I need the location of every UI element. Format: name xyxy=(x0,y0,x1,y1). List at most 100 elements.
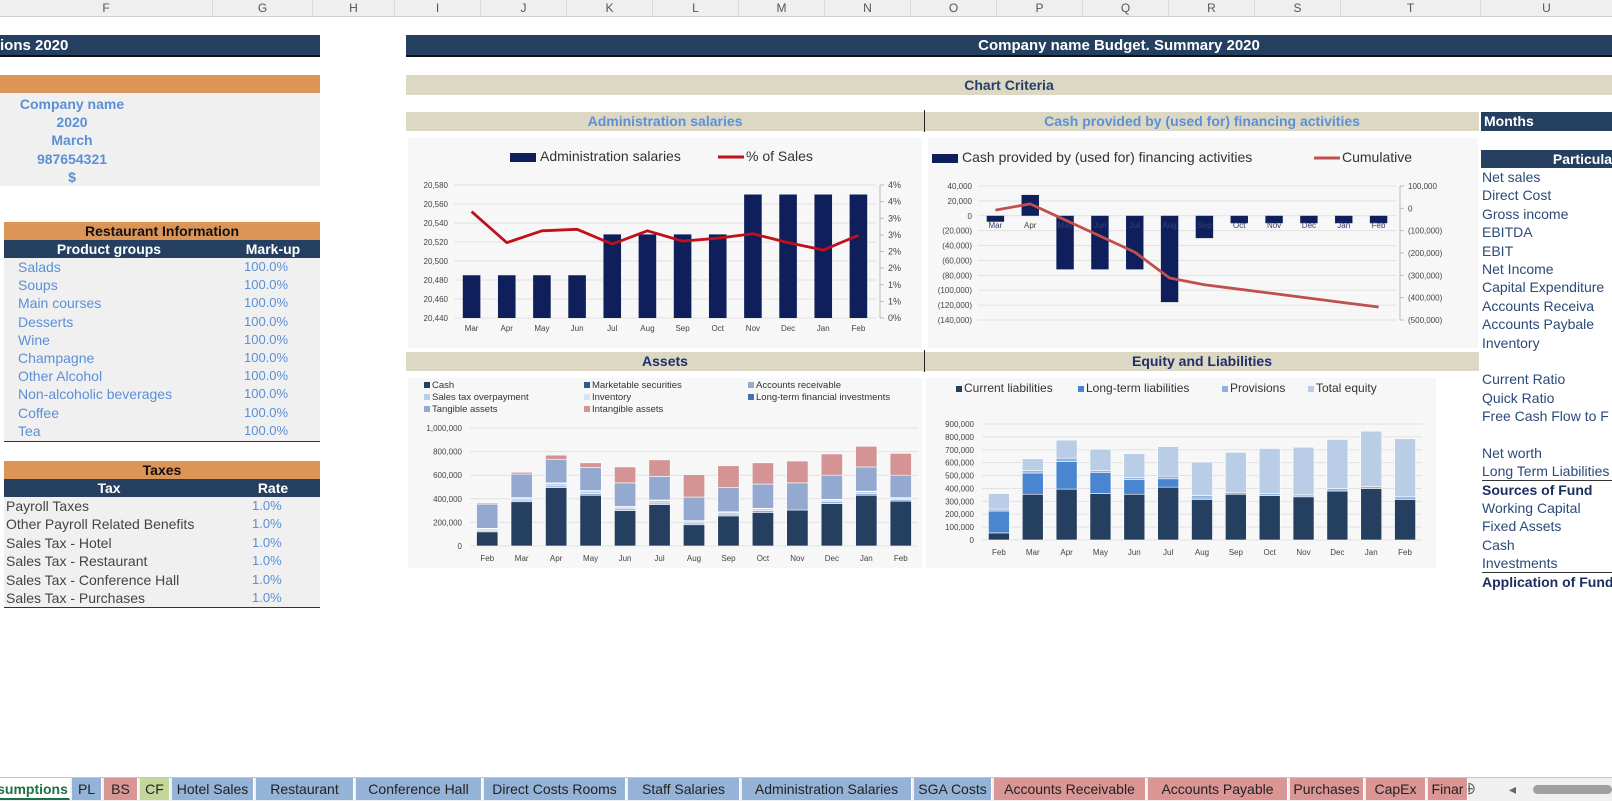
markup-value[interactable]: 100.0% xyxy=(244,331,288,349)
markup-value[interactable]: 100.0% xyxy=(244,367,288,385)
particular-item[interactable] xyxy=(1482,352,1612,370)
tax-rate[interactable]: 1.0% xyxy=(252,552,282,570)
particular-item[interactable]: Gross income xyxy=(1482,205,1612,223)
markup-value[interactable]: 100.0% xyxy=(244,404,288,422)
col-M[interactable]: M xyxy=(739,0,825,17)
product-group-name[interactable]: Soups xyxy=(18,276,58,294)
particular-item[interactable]: Capital Expenditure xyxy=(1482,278,1612,296)
col-H[interactable]: H xyxy=(313,0,395,17)
col-F[interactable]: F xyxy=(0,0,213,17)
particular-item[interactable] xyxy=(1482,425,1612,443)
product-group-name[interactable]: Non-alcoholic beverages xyxy=(18,385,172,403)
sheet-tab[interactable]: sumptions xyxy=(0,778,70,800)
tax-rate[interactable]: 1.0% xyxy=(252,515,282,533)
col-U[interactable]: U xyxy=(1481,0,1612,17)
sheet-tab[interactable]: Hotel Sales xyxy=(172,778,254,800)
sheet-tab[interactable]: Accounts Payable xyxy=(1148,778,1288,800)
equity-liabilities-chart[interactable]: 0 100,000 200,000 300,000 400,000 500,000 600,… xyxy=(926,378,1436,568)
particular-item[interactable]: Accounts Paybale xyxy=(1482,315,1612,333)
tax-name[interactable]: Sales Tax - Conference Hall xyxy=(6,571,179,589)
markup-value[interactable]: 100.0% xyxy=(244,276,288,294)
tax-name[interactable]: Sales Tax - Purchases xyxy=(6,589,145,607)
product-group-name[interactable]: Wine xyxy=(18,331,50,349)
horizontal-scrollbar[interactable] xyxy=(1533,785,1612,794)
company-currency[interactable]: $ xyxy=(0,168,144,186)
company-name[interactable]: Company name xyxy=(0,95,144,113)
particular-item[interactable]: Application of Fund xyxy=(1482,573,1612,591)
col-L[interactable]: L xyxy=(653,0,739,17)
markup-value[interactable]: 100.0% xyxy=(244,349,288,367)
sheet-tab[interactable]: Direct Costs Rooms xyxy=(484,778,626,800)
markup-value[interactable]: 100.0% xyxy=(244,294,288,312)
product-group-name[interactable]: Coffee xyxy=(18,404,59,422)
financing-chart[interactable]: (140,000) (120,000) (100,000) (80,000) (60,0… xyxy=(928,138,1478,348)
tax-rate[interactable]: 1.0% xyxy=(252,571,282,589)
tax-rate[interactable]: 1.0% xyxy=(252,534,282,552)
sheet-tab[interactable]: Conference Hall xyxy=(356,778,482,800)
markup-value[interactable]: 100.0% xyxy=(244,258,288,276)
product-group-name[interactable]: Tea xyxy=(18,422,41,440)
col-N[interactable]: N xyxy=(825,0,911,17)
sheet-tab[interactable]: Accounts Receivable xyxy=(994,778,1146,800)
sheet-tab[interactable]: CapEx xyxy=(1366,778,1426,800)
markup-value[interactable]: 100.0% xyxy=(244,422,288,440)
particular-item[interactable]: Accounts Receiva xyxy=(1482,297,1612,315)
particular-item[interactable]: Investments xyxy=(1482,554,1612,573)
company-year[interactable]: 2020 xyxy=(0,113,144,131)
sheet-tab[interactable]: BS xyxy=(104,778,138,800)
particular-item[interactable]: Working Capital xyxy=(1482,499,1612,517)
sheet-tab[interactable]: Staff Salaries xyxy=(628,778,740,800)
sheet-tab[interactable]: SGA Costs xyxy=(914,778,992,800)
sheet-tab[interactable]: Purchases xyxy=(1290,778,1364,800)
product-group-name[interactable]: Desserts xyxy=(18,313,73,331)
col-T[interactable]: T xyxy=(1341,0,1481,17)
markup-value[interactable]: 100.0% xyxy=(244,313,288,331)
sheet-tab[interactable]: CF xyxy=(140,778,170,800)
markup-value[interactable]: 100.0% xyxy=(244,385,288,403)
particular-item[interactable]: Fixed Assets xyxy=(1482,517,1612,535)
particular-item[interactable]: Inventory xyxy=(1482,334,1612,352)
sheet-tab[interactable]: Administration Salaries xyxy=(742,778,912,800)
particular-item[interactable]: Direct Cost xyxy=(1482,186,1612,204)
particular-item[interactable]: Free Cash Flow to F xyxy=(1482,407,1612,425)
tax-name[interactable]: Payroll Taxes xyxy=(6,497,89,515)
particular-item[interactable]: Long Term Liabilities xyxy=(1482,462,1612,481)
tax-rate[interactable]: 1.0% xyxy=(252,589,282,607)
scroll-left-icon[interactable]: ◂ xyxy=(1509,778,1516,800)
sheet-tab[interactable]: Finar xyxy=(1428,778,1468,800)
col-S[interactable]: S xyxy=(1255,0,1341,17)
particular-item[interactable]: Net worth xyxy=(1482,444,1612,462)
particular-item[interactable]: Quick Ratio xyxy=(1482,389,1612,407)
admin-salaries-chart[interactable]: 20,440 20,460 20,480 20,500 20,520 20,540 20,5… xyxy=(408,138,922,348)
company-number[interactable]: 987654321 xyxy=(0,150,144,168)
col-O[interactable]: O xyxy=(911,0,997,17)
tax-name[interactable]: Sales Tax - Hotel xyxy=(6,534,112,552)
col-P[interactable]: P xyxy=(997,0,1083,17)
particular-item[interactable]: Current Ratio xyxy=(1482,370,1612,388)
col-J[interactable]: J xyxy=(481,0,567,17)
product-group-name[interactable]: Champagne xyxy=(18,349,94,367)
assets-chart[interactable]: 0 200,000 400,000 600,000 800,000 1,000,000 Fe… xyxy=(408,378,922,568)
product-group-name[interactable]: Main courses xyxy=(18,294,101,312)
product-group-name[interactable]: Salads xyxy=(18,258,61,276)
stacked-bar-segment xyxy=(1225,493,1247,541)
col-R[interactable]: R xyxy=(1169,0,1255,17)
particular-item[interactable]: Cash xyxy=(1482,536,1612,554)
col-I[interactable]: I xyxy=(395,0,481,17)
sheet-tab[interactable]: Restaurant xyxy=(256,778,354,800)
tax-name[interactable]: Sales Tax - Restaurant xyxy=(6,552,147,570)
x-tick-label: Feb xyxy=(894,554,908,563)
particular-item[interactable]: Net Income xyxy=(1482,260,1612,278)
particular-item[interactable]: Sources of Fund xyxy=(1482,481,1612,499)
particular-item[interactable]: EBITDA xyxy=(1482,223,1612,241)
col-Q[interactable]: Q xyxy=(1083,0,1169,17)
tax-rate[interactable]: 1.0% xyxy=(252,497,282,515)
col-K[interactable]: K xyxy=(567,0,653,17)
sheet-tab[interactable]: PL xyxy=(72,778,102,800)
company-month[interactable]: March xyxy=(0,131,144,149)
product-group-name[interactable]: Other Alcohol xyxy=(18,367,102,385)
particular-item[interactable]: EBIT xyxy=(1482,242,1612,260)
col-G[interactable]: G xyxy=(213,0,313,17)
particular-item[interactable]: Net sales xyxy=(1482,168,1612,186)
tax-name[interactable]: Other Payroll Related Benefits xyxy=(6,515,194,533)
